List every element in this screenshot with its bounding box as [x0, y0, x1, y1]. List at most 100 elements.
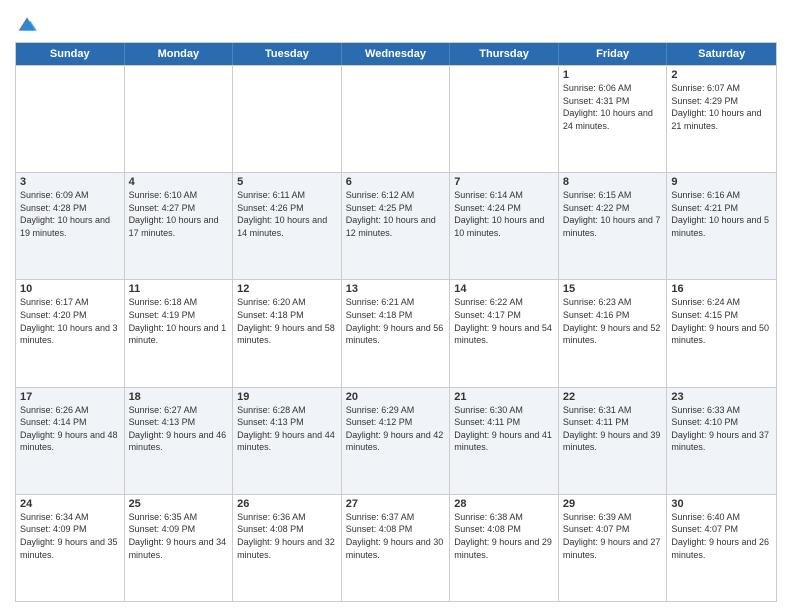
day-info: Sunrise: 6:34 AMSunset: 4:09 PMDaylight:… [20, 511, 120, 561]
cal-cell-13: 13Sunrise: 6:21 AMSunset: 4:18 PMDayligh… [342, 280, 451, 386]
day-number: 1 [563, 69, 663, 81]
day-info: Sunrise: 6:35 AMSunset: 4:09 PMDaylight:… [129, 511, 229, 561]
day-number: 9 [671, 176, 772, 188]
cal-cell-8: 8Sunrise: 6:15 AMSunset: 4:22 PMDaylight… [559, 173, 668, 279]
cal-cell-11: 11Sunrise: 6:18 AMSunset: 4:19 PMDayligh… [125, 280, 234, 386]
day-info: Sunrise: 6:11 AMSunset: 4:26 PMDaylight:… [237, 189, 337, 239]
day-info: Sunrise: 6:06 AMSunset: 4:31 PMDaylight:… [563, 82, 663, 132]
header-day-friday: Friday [559, 43, 668, 65]
header-day-thursday: Thursday [450, 43, 559, 65]
day-info: Sunrise: 6:07 AMSunset: 4:29 PMDaylight:… [671, 82, 772, 132]
day-info: Sunrise: 6:22 AMSunset: 4:17 PMDaylight:… [454, 296, 554, 346]
day-number: 3 [20, 176, 120, 188]
day-number: 5 [237, 176, 337, 188]
cal-cell-29: 29Sunrise: 6:39 AMSunset: 4:07 PMDayligh… [559, 495, 668, 601]
day-number: 24 [20, 498, 120, 510]
day-info: Sunrise: 6:30 AMSunset: 4:11 PMDaylight:… [454, 404, 554, 454]
day-info: Sunrise: 6:36 AMSunset: 4:08 PMDaylight:… [237, 511, 337, 561]
day-number: 17 [20, 391, 120, 403]
day-number: 15 [563, 283, 663, 295]
day-info: Sunrise: 6:27 AMSunset: 4:13 PMDaylight:… [129, 404, 229, 454]
day-number: 25 [129, 498, 229, 510]
day-number: 8 [563, 176, 663, 188]
day-info: Sunrise: 6:21 AMSunset: 4:18 PMDaylight:… [346, 296, 446, 346]
cal-cell-6: 6Sunrise: 6:12 AMSunset: 4:25 PMDaylight… [342, 173, 451, 279]
logo [15, 14, 37, 34]
cal-cell-7: 7Sunrise: 6:14 AMSunset: 4:24 PMDaylight… [450, 173, 559, 279]
day-info: Sunrise: 6:29 AMSunset: 4:12 PMDaylight:… [346, 404, 446, 454]
header-day-wednesday: Wednesday [342, 43, 451, 65]
day-info: Sunrise: 6:26 AMSunset: 4:14 PMDaylight:… [20, 404, 120, 454]
cal-cell-9: 9Sunrise: 6:16 AMSunset: 4:21 PMDaylight… [667, 173, 776, 279]
day-number: 26 [237, 498, 337, 510]
day-info: Sunrise: 6:24 AMSunset: 4:15 PMDaylight:… [671, 296, 772, 346]
header [15, 10, 777, 34]
logo-icon [17, 14, 37, 34]
day-number: 30 [671, 498, 772, 510]
day-number: 18 [129, 391, 229, 403]
day-number: 19 [237, 391, 337, 403]
day-info: Sunrise: 6:37 AMSunset: 4:08 PMDaylight:… [346, 511, 446, 561]
day-info: Sunrise: 6:20 AMSunset: 4:18 PMDaylight:… [237, 296, 337, 346]
day-number: 10 [20, 283, 120, 295]
cal-cell-12: 12Sunrise: 6:20 AMSunset: 4:18 PMDayligh… [233, 280, 342, 386]
cal-cell-19: 19Sunrise: 6:28 AMSunset: 4:13 PMDayligh… [233, 388, 342, 494]
cal-cell-15: 15Sunrise: 6:23 AMSunset: 4:16 PMDayligh… [559, 280, 668, 386]
calendar-body: 1Sunrise: 6:06 AMSunset: 4:31 PMDaylight… [16, 65, 776, 601]
day-number: 4 [129, 176, 229, 188]
cal-cell-5: 5Sunrise: 6:11 AMSunset: 4:26 PMDaylight… [233, 173, 342, 279]
day-number: 14 [454, 283, 554, 295]
cal-cell-23: 23Sunrise: 6:33 AMSunset: 4:10 PMDayligh… [667, 388, 776, 494]
day-info: Sunrise: 6:10 AMSunset: 4:27 PMDaylight:… [129, 189, 229, 239]
day-number: 13 [346, 283, 446, 295]
day-info: Sunrise: 6:38 AMSunset: 4:08 PMDaylight:… [454, 511, 554, 561]
cal-cell-17: 17Sunrise: 6:26 AMSunset: 4:14 PMDayligh… [16, 388, 125, 494]
cal-cell-empty-2 [233, 66, 342, 172]
day-info: Sunrise: 6:28 AMSunset: 4:13 PMDaylight:… [237, 404, 337, 454]
day-info: Sunrise: 6:39 AMSunset: 4:07 PMDaylight:… [563, 511, 663, 561]
day-number: 20 [346, 391, 446, 403]
cal-cell-1: 1Sunrise: 6:06 AMSunset: 4:31 PMDaylight… [559, 66, 668, 172]
header-day-sunday: Sunday [16, 43, 125, 65]
cal-cell-22: 22Sunrise: 6:31 AMSunset: 4:11 PMDayligh… [559, 388, 668, 494]
cal-cell-16: 16Sunrise: 6:24 AMSunset: 4:15 PMDayligh… [667, 280, 776, 386]
cal-cell-empty-0 [16, 66, 125, 172]
cal-cell-21: 21Sunrise: 6:30 AMSunset: 4:11 PMDayligh… [450, 388, 559, 494]
day-number: 12 [237, 283, 337, 295]
cal-row-3: 17Sunrise: 6:26 AMSunset: 4:14 PMDayligh… [16, 387, 776, 494]
cal-cell-28: 28Sunrise: 6:38 AMSunset: 4:08 PMDayligh… [450, 495, 559, 601]
cal-cell-3: 3Sunrise: 6:09 AMSunset: 4:28 PMDaylight… [16, 173, 125, 279]
day-info: Sunrise: 6:14 AMSunset: 4:24 PMDaylight:… [454, 189, 554, 239]
header-day-saturday: Saturday [667, 43, 776, 65]
calendar-header: SundayMondayTuesdayWednesdayThursdayFrid… [16, 43, 776, 65]
day-number: 21 [454, 391, 554, 403]
day-number: 28 [454, 498, 554, 510]
cal-row-1: 3Sunrise: 6:09 AMSunset: 4:28 PMDaylight… [16, 172, 776, 279]
day-info: Sunrise: 6:40 AMSunset: 4:07 PMDaylight:… [671, 511, 772, 561]
day-number: 2 [671, 69, 772, 81]
cal-row-0: 1Sunrise: 6:06 AMSunset: 4:31 PMDaylight… [16, 65, 776, 172]
cal-cell-empty-1 [125, 66, 234, 172]
cal-cell-empty-4 [450, 66, 559, 172]
day-info: Sunrise: 6:33 AMSunset: 4:10 PMDaylight:… [671, 404, 772, 454]
day-number: 29 [563, 498, 663, 510]
day-info: Sunrise: 6:18 AMSunset: 4:19 PMDaylight:… [129, 296, 229, 346]
cal-row-2: 10Sunrise: 6:17 AMSunset: 4:20 PMDayligh… [16, 279, 776, 386]
cal-cell-empty-3 [342, 66, 451, 172]
cal-cell-20: 20Sunrise: 6:29 AMSunset: 4:12 PMDayligh… [342, 388, 451, 494]
day-number: 27 [346, 498, 446, 510]
day-info: Sunrise: 6:15 AMSunset: 4:22 PMDaylight:… [563, 189, 663, 239]
cal-cell-4: 4Sunrise: 6:10 AMSunset: 4:27 PMDaylight… [125, 173, 234, 279]
day-info: Sunrise: 6:17 AMSunset: 4:20 PMDaylight:… [20, 296, 120, 346]
cal-cell-10: 10Sunrise: 6:17 AMSunset: 4:20 PMDayligh… [16, 280, 125, 386]
day-number: 22 [563, 391, 663, 403]
day-number: 7 [454, 176, 554, 188]
day-info: Sunrise: 6:12 AMSunset: 4:25 PMDaylight:… [346, 189, 446, 239]
day-number: 23 [671, 391, 772, 403]
cal-cell-27: 27Sunrise: 6:37 AMSunset: 4:08 PMDayligh… [342, 495, 451, 601]
calendar: SundayMondayTuesdayWednesdayThursdayFrid… [15, 42, 777, 602]
day-info: Sunrise: 6:16 AMSunset: 4:21 PMDaylight:… [671, 189, 772, 239]
cal-cell-24: 24Sunrise: 6:34 AMSunset: 4:09 PMDayligh… [16, 495, 125, 601]
page: SundayMondayTuesdayWednesdayThursdayFrid… [0, 0, 792, 612]
day-number: 6 [346, 176, 446, 188]
